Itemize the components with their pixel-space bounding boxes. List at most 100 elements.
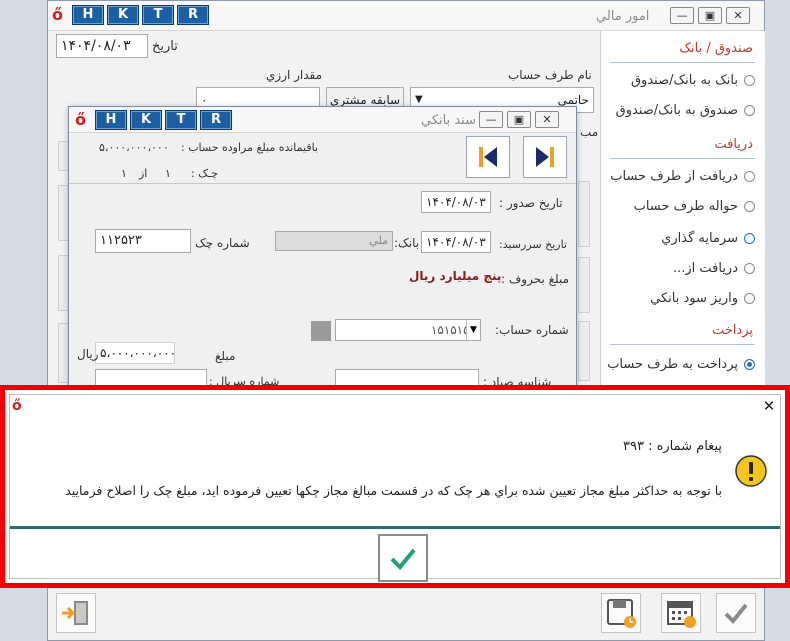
transaction-type-panel: صندوق / بانک بانک به بانک/صندوق صندوق به… — [600, 31, 765, 391]
date-field[interactable]: ۱۴۰۴/۰۸/۰۳ — [56, 34, 148, 58]
remaining-amount-label: باقيمانده مبلغ مراوده حساب : — [181, 141, 319, 154]
radio-selected-icon[interactable] — [744, 359, 755, 370]
hotkey-h-button[interactable]: H — [72, 5, 104, 25]
header-divider — [69, 183, 576, 184]
radio-icon[interactable] — [744, 293, 755, 304]
hotkey-k-button[interactable]: K — [130, 110, 162, 130]
calendar-money-icon — [667, 601, 696, 628]
checkmark-icon — [390, 548, 416, 570]
skip-last-icon — [536, 147, 554, 167]
option-label: بانک به بانک/صندوق — [630, 73, 738, 88]
remaining-amount-value: ۵،۰۰۰،۰۰۰،۰۰۰ — [99, 141, 169, 154]
dropdown-arrow-icon[interactable]: ▼ — [466, 320, 480, 340]
check-total: ۱ — [121, 167, 127, 180]
section-title-bank-cash: صندوق / بانک — [679, 41, 753, 56]
hotkey-bar: H K T R — [72, 5, 209, 25]
hotkey-r-button[interactable]: R — [200, 110, 232, 130]
main-titlebar: ő H K T R امور مالي — ▣ ✕ — [48, 1, 764, 31]
option-label: حواله طرف حساب — [633, 199, 738, 214]
option-label: دريافت از طرف حساب — [610, 169, 738, 184]
hotkey-h-button[interactable]: H — [95, 110, 127, 130]
option-bank-interest[interactable]: واريز سود بانکي — [605, 291, 755, 306]
option-label: سرمايه گذاري — [661, 231, 738, 246]
warning-icon — [735, 455, 767, 487]
issue-date-field[interactable]: ۱۴۰۴/۰۸/۰۳ — [421, 191, 491, 213]
amount-words-label: مبلغ بحروف : — [501, 272, 570, 286]
due-date-field[interactable]: ۱۴۰۴/۰۸/۰۳ — [421, 231, 491, 253]
main-window-title: امور مالي — [596, 9, 650, 24]
alert-message: با توجه به حداکثر مبلغ مجاز تعيين شده بر… — [65, 483, 722, 498]
hotkey-bar: H K T R — [95, 110, 232, 130]
option-investment[interactable]: سرمايه گذاري — [605, 231, 755, 246]
date-label: تاريخ — [152, 39, 178, 54]
radio-icon[interactable] — [744, 75, 755, 86]
option-label: صندوق به بانک/صندوق — [615, 103, 738, 118]
issue-date-label: تاريخ صدور : — [499, 196, 563, 210]
save-button[interactable] — [601, 593, 641, 633]
option-party-transfer[interactable]: حواله طرف حساب — [605, 199, 755, 214]
app-logo: ő — [12, 398, 22, 414]
hotkey-t-button[interactable]: T — [165, 110, 197, 130]
maximize-icon[interactable]: ▣ — [507, 111, 531, 128]
checkmark-icon — [724, 603, 748, 624]
radio-icon[interactable] — [744, 171, 755, 182]
behind-control — [578, 321, 590, 381]
option-pay-to-party[interactable]: پرداخت به طرف حساب — [605, 357, 755, 372]
due-date-label: تاريخ سررسيد: — [499, 238, 567, 251]
app-logo: ő — [52, 5, 63, 24]
confirm-button[interactable] — [716, 593, 756, 633]
section-title-payment: پرداخت — [712, 323, 753, 338]
amount-label: مبلغ — [215, 349, 236, 363]
amount-field[interactable]: ۵،۰۰۰،۰۰۰،۰۰۰ — [95, 342, 175, 364]
account-number-label: شماره حساب: — [495, 323, 569, 337]
option-receive-from-party[interactable]: دريافت از طرف حساب — [605, 169, 755, 184]
option-bank-to-bank[interactable]: بانک به بانک/صندوق — [605, 73, 755, 88]
calendar-button[interactable] — [661, 593, 701, 633]
counterparty-label: نام طرف حساب — [508, 68, 592, 82]
account-number-field[interactable]: ۱۵۱۵۱۵۱ ▼ — [335, 319, 481, 341]
section-divider — [610, 62, 755, 63]
counterparty-value: حاتمي — [557, 93, 589, 107]
radio-icon[interactable] — [744, 105, 755, 116]
option-receive-from[interactable]: دريافت از... — [605, 261, 755, 276]
close-icon[interactable]: ✕ — [726, 7, 750, 24]
option-cash-to-bank[interactable]: صندوق به بانک/صندوق — [605, 103, 755, 118]
minimize-icon[interactable]: — — [479, 111, 503, 128]
minimize-icon[interactable]: — — [670, 7, 694, 24]
behind-control — [578, 257, 590, 313]
check-number-label: شماره چک — [195, 236, 250, 250]
currency-amount-label: مقدار ارزي — [266, 68, 323, 82]
option-label: واريز سود بانکي — [650, 291, 738, 306]
message-number: پيغام شماره : ۳۹۳ — [622, 439, 722, 454]
radio-icon[interactable] — [744, 233, 755, 244]
section-divider — [610, 158, 755, 159]
hotkey-t-button[interactable]: T — [142, 5, 174, 25]
alert-dialog-body: ő ✕ پيغام شماره : ۳۹۳ با توجه به حداکثر … — [9, 394, 781, 582]
check-counter-label: چـک : — [191, 167, 219, 180]
last-record-button[interactable] — [523, 136, 567, 178]
amount-unit: ريال — [77, 347, 99, 361]
hotkey-r-button[interactable]: R — [177, 5, 209, 25]
alert-divider — [10, 526, 780, 529]
of-label: از — [139, 167, 148, 180]
check-index: ۱ — [165, 167, 171, 180]
close-icon[interactable]: ✕ — [760, 397, 778, 415]
ok-button[interactable] — [378, 534, 428, 582]
account-color-swatch — [311, 321, 331, 341]
close-icon[interactable]: ✕ — [535, 111, 559, 128]
hotkey-k-button[interactable]: K — [107, 5, 139, 25]
behind-control — [578, 181, 590, 247]
section-divider — [610, 344, 755, 345]
maximize-icon[interactable]: ▣ — [698, 7, 722, 24]
app-logo: ő — [75, 110, 86, 129]
sanad-window-title: سند بانکي — [421, 113, 476, 128]
check-number-field[interactable]: ۱۱۲۵۲۳ — [95, 229, 191, 253]
exit-button[interactable] — [56, 593, 96, 633]
radio-icon[interactable] — [744, 201, 755, 212]
skip-first-icon — [479, 147, 497, 167]
first-record-button[interactable] — [466, 136, 510, 178]
radio-icon[interactable] — [744, 263, 755, 274]
amount-words-value: پنج ميليارد ريال — [409, 269, 502, 283]
bank-document-window: ő H K T R سند بانکي — ▣ ✕ باقيمانده مبلغ… — [68, 106, 577, 396]
exit-door-icon — [62, 601, 88, 625]
